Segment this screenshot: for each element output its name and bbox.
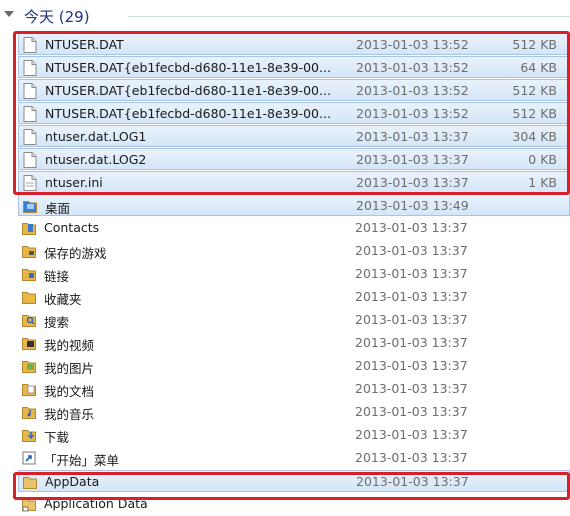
list-item[interactable]: 保存的游戏 2013-01-03 13:37 (18, 240, 570, 262)
file-name: Contacts (44, 220, 100, 235)
date-modified: 2013-01-03 13:37 (355, 450, 468, 465)
favorites-folder-icon (22, 289, 36, 305)
list-item[interactable]: 我的音乐 2013-01-03 13:37 (18, 401, 570, 423)
date-modified: 2013-01-03 13:37 (355, 335, 468, 350)
list-item[interactable]: 我的图片 2013-01-03 13:37 (18, 355, 570, 377)
date-modified: 2013-01-03 13:37 (355, 381, 468, 396)
file-name: 收藏夹 (44, 292, 82, 307)
documents-folder-icon (22, 381, 36, 397)
date-modified: 2013-01-03 13:37 (355, 243, 468, 258)
saved-games-folder-icon (22, 243, 36, 259)
date-modified: 2013-01-03 13:37 (355, 312, 468, 327)
list-item[interactable]: 链接 2013-01-03 13:37 (18, 263, 570, 285)
highlight-box-appdata (13, 472, 570, 500)
group-header[interactable]: 今天 (29) (0, 0, 570, 32)
downloads-folder-icon (22, 427, 36, 443)
list-item[interactable]: 「开始」菜单 2013-01-03 13:37 (18, 447, 570, 469)
file-name: 搜索 (44, 315, 70, 330)
music-folder-icon (22, 404, 36, 420)
date-modified: 2013-01-03 13:49 (356, 198, 469, 213)
list-item[interactable]: 我的视频 2013-01-03 13:37 (18, 332, 570, 354)
list-item[interactable]: 收藏夹 2013-01-03 13:37 (18, 286, 570, 308)
file-name: 我的文档 (44, 384, 95, 399)
links-folder-icon (22, 266, 36, 282)
list-item[interactable]: 搜索 2013-01-03 13:37 (18, 309, 570, 331)
file-name: 我的视频 (44, 338, 95, 353)
date-modified: 2013-01-03 13:37 (355, 220, 468, 235)
contacts-folder-icon (22, 220, 36, 236)
list-item[interactable]: 下载 2013-01-03 13:37 (18, 424, 570, 446)
list-item[interactable]: Contacts 2013-01-03 13:37 (18, 217, 570, 239)
file-name: 我的音乐 (44, 407, 95, 422)
pictures-folder-icon (22, 358, 36, 374)
list-item[interactable]: 桌面 2013-01-03 13:49 (18, 194, 570, 216)
group-title: 今天 (29) (24, 8, 90, 26)
videos-folder-icon (22, 335, 36, 351)
file-name: 桌面 (45, 201, 71, 216)
file-name: 保存的游戏 (44, 246, 107, 261)
date-modified: 2013-01-03 13:37 (355, 427, 468, 442)
date-modified: 2013-01-03 13:37 (355, 358, 468, 373)
file-name: 链接 (44, 269, 70, 284)
date-modified: 2013-01-03 13:37 (355, 289, 468, 304)
file-name: 我的图片 (44, 361, 95, 376)
list-item[interactable]: 我的文档 2013-01-03 13:37 (18, 378, 570, 400)
highlight-box-ntuser-files (13, 31, 570, 195)
file-name: 「开始」菜单 (44, 453, 120, 468)
chevron-down-icon[interactable] (4, 11, 14, 17)
date-modified: 2013-01-03 13:37 (355, 266, 468, 281)
searches-folder-icon (22, 312, 36, 328)
desktop-folder-icon (23, 198, 37, 214)
group-divider (128, 16, 570, 17)
date-modified: 2013-01-03 13:37 (355, 404, 468, 419)
shortcut-icon (22, 450, 36, 466)
file-name: 下载 (44, 430, 70, 445)
